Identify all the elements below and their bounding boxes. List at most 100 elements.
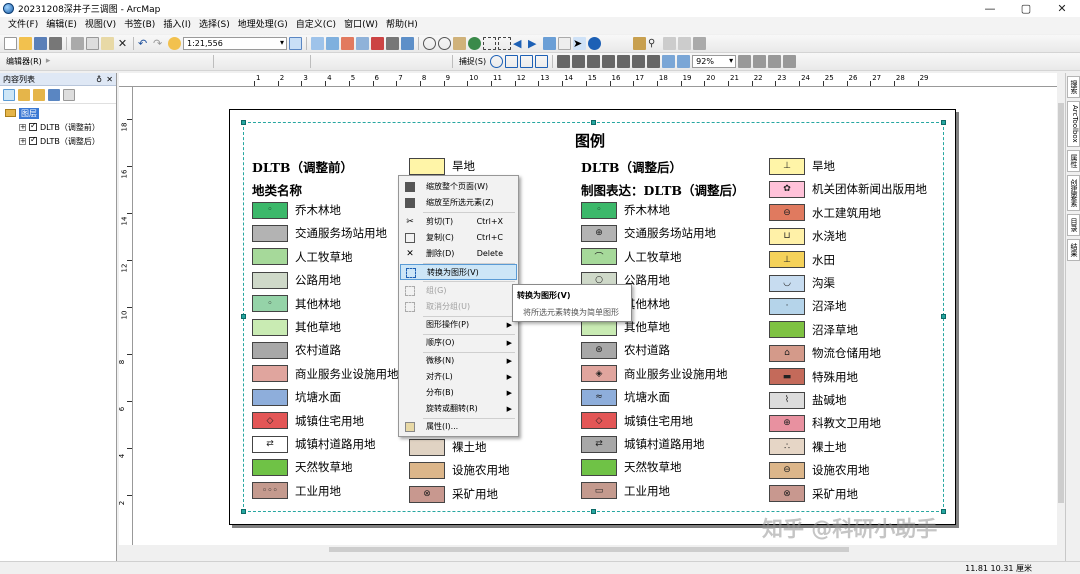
fixed-zoom-out-icon[interactable]	[498, 37, 511, 50]
menu-ungroup[interactable]: 取消分组(U)	[400, 299, 517, 315]
horizontal-scrollbar[interactable]	[119, 545, 1057, 553]
html-popup-icon[interactable]	[618, 37, 631, 50]
scroll-thumb[interactable]	[1058, 103, 1064, 503]
open-icon[interactable]	[19, 37, 32, 50]
cut-polygon-icon[interactable]	[121, 55, 134, 68]
edit-vertices-icon[interactable]	[91, 55, 104, 68]
find-icon[interactable]: ⚲	[648, 37, 661, 50]
back-extent-icon[interactable]: ◀	[513, 37, 526, 50]
maximize-button[interactable]: ▢	[1008, 0, 1044, 17]
error-inspector-icon[interactable]	[293, 55, 306, 68]
list-by-visibility-icon[interactable]	[33, 88, 45, 101]
dock-tab-properties[interactable]: 属性	[1067, 149, 1080, 172]
resize-handle[interactable]	[241, 314, 246, 319]
topology-icon[interactable]	[218, 55, 231, 68]
menu-rotate-flip[interactable]: 旋转或翻转(R) ▶	[400, 401, 517, 417]
point-snap-icon[interactable]	[490, 55, 504, 68]
clear-selection-icon[interactable]	[558, 37, 571, 50]
trim-icon[interactable]	[375, 55, 388, 68]
fixed-zoom-in-layout-icon[interactable]	[632, 55, 646, 68]
menu-distribute[interactable]: 分布(B) ▶	[400, 385, 517, 401]
attributes-icon[interactable]	[166, 55, 179, 68]
dock-tab-results[interactable]: 结果	[1067, 238, 1080, 261]
change-layout-icon[interactable]	[768, 55, 782, 68]
cut-icon[interactable]	[71, 37, 84, 50]
menu-copy[interactable]: 复制(C) Ctrl+C	[400, 230, 517, 246]
fillet-icon[interactable]	[345, 55, 358, 68]
menu-selection[interactable]: 选择(S)	[195, 17, 234, 34]
list-by-selection-icon[interactable]	[48, 88, 60, 101]
toc-layer-before[interactable]: + DLTB（调整前）	[5, 120, 116, 134]
layer-visibility-checkbox[interactable]	[29, 135, 37, 145]
menu-order[interactable]: 顺序(O) ▶	[400, 335, 517, 351]
generalize-icon[interactable]	[420, 55, 433, 68]
menu-customize[interactable]: 自定义(C)	[292, 17, 340, 34]
zoom-in-icon[interactable]	[423, 37, 436, 50]
zoom-out-icon[interactable]	[438, 37, 451, 50]
search-window-icon[interactable]	[356, 37, 369, 50]
advanced-edit-icon[interactable]	[315, 55, 328, 68]
hyperlink-icon[interactable]	[603, 37, 616, 50]
dock-tab-create-features[interactable]: 创建要素	[1067, 174, 1080, 211]
menu-convert-to-graphics[interactable]: 转换为图形(V)	[400, 264, 517, 280]
go-forward-layout-icon[interactable]	[677, 55, 691, 68]
trace-icon[interactable]	[76, 55, 89, 68]
scroll-thumb[interactable]	[329, 547, 849, 552]
select-features-icon[interactable]	[543, 37, 556, 50]
go-to-xy-icon[interactable]	[663, 37, 676, 50]
fixed-zoom-in-icon[interactable]	[483, 37, 496, 50]
menu-nudge[interactable]: 微移(N) ▶	[400, 353, 517, 369]
vertex-snap-icon[interactable]	[520, 55, 534, 68]
toggle-draft-icon[interactable]	[738, 55, 752, 68]
menu-properties[interactable]: 属性(I)...	[400, 419, 517, 435]
resize-handle[interactable]	[941, 509, 946, 514]
extend-icon[interactable]	[360, 55, 373, 68]
model-builder-icon[interactable]	[401, 37, 414, 50]
resize-handle[interactable]	[591, 509, 596, 514]
zoom-percent-combo[interactable]: 92%	[692, 55, 737, 68]
menu-insert[interactable]: 插入(I)	[159, 17, 195, 34]
vertical-scrollbar[interactable]	[1057, 73, 1065, 551]
zoom-whole-page-icon[interactable]	[602, 55, 616, 68]
print-icon[interactable]	[49, 37, 62, 50]
layout-zoom-icon[interactable]	[289, 37, 302, 50]
close-button[interactable]: ✕	[1044, 0, 1080, 17]
pin-icon[interactable]: ♁	[96, 73, 102, 86]
fix-topology-icon[interactable]	[278, 55, 291, 68]
fixed-zoom-out-layout-icon[interactable]	[647, 55, 661, 68]
menu-view[interactable]: 视图(V)	[81, 17, 120, 34]
delete-icon[interactable]: ✕	[116, 37, 129, 50]
expand-icon[interactable]: +	[19, 137, 26, 145]
measure-icon[interactable]	[633, 37, 646, 50]
smooth-icon[interactable]	[435, 55, 448, 68]
resize-handle[interactable]	[941, 120, 946, 125]
layout-zoom-out-icon[interactable]	[572, 55, 586, 68]
list-by-drawing-order-icon[interactable]	[3, 88, 15, 101]
toc-layer-after[interactable]: + DLTB（调整后）	[5, 134, 116, 148]
sketch-properties-icon[interactable]	[181, 55, 194, 68]
layout-pan-icon[interactable]	[587, 55, 601, 68]
time-slider-icon[interactable]	[678, 37, 691, 50]
resize-handle[interactable]	[241, 120, 246, 125]
expand-icon[interactable]: +	[19, 123, 26, 131]
new-icon[interactable]	[4, 37, 17, 50]
layer-visibility-checkbox[interactable]	[29, 121, 37, 131]
menu-zoom-selected[interactable]: 缩放至所选元素(Z)	[400, 195, 517, 211]
forward-extent-icon[interactable]: ▶	[528, 37, 541, 50]
editor-menu[interactable]: 编辑器(R)	[4, 56, 44, 67]
toc-options-icon[interactable]	[63, 88, 75, 101]
menu-windows[interactable]: 窗口(W)	[340, 17, 382, 34]
split-icon[interactable]	[136, 55, 149, 68]
reshape-icon[interactable]	[106, 55, 119, 68]
menu-cut[interactable]: ✂ 剪切(T) Ctrl+X	[400, 214, 517, 230]
scale-combo[interactable]: 1:21,556	[183, 37, 287, 50]
redo-icon[interactable]: ↷	[153, 37, 166, 50]
create-viewer-icon[interactable]	[693, 37, 706, 50]
undo-icon[interactable]: ↶	[138, 37, 151, 50]
menu-group[interactable]: 组(G)	[400, 283, 517, 299]
menu-file[interactable]: 文件(F)	[4, 17, 42, 34]
snapping-menu[interactable]: 捕捉(S)	[457, 56, 488, 67]
go-back-layout-icon[interactable]	[662, 55, 676, 68]
validate-icon[interactable]	[263, 55, 276, 68]
topology-edit-icon[interactable]	[233, 55, 246, 68]
